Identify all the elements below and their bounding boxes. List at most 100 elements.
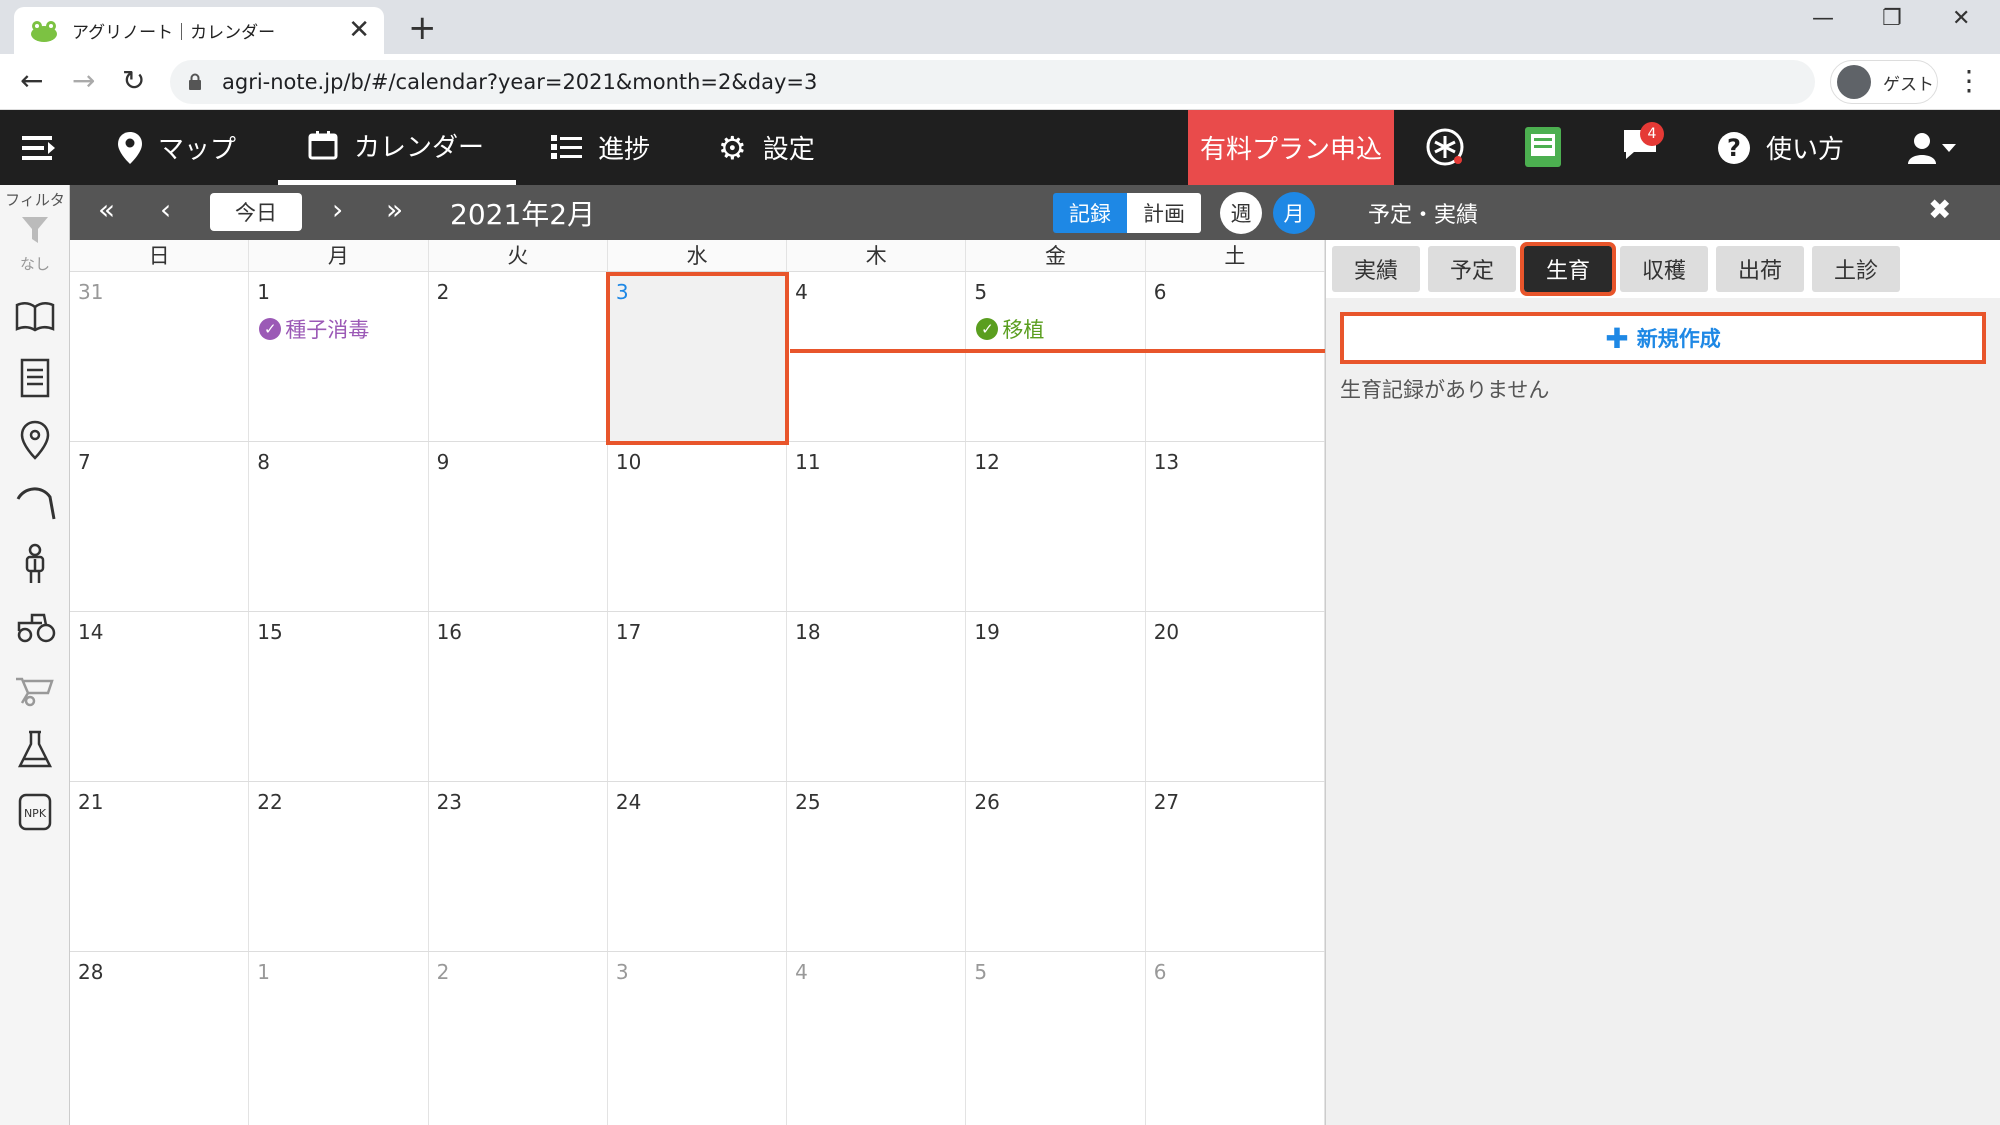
day-cell[interactable]: 8	[249, 442, 429, 611]
day-cell[interactable]: 26	[966, 782, 1146, 951]
tab-actual[interactable]: 実績	[1332, 246, 1420, 292]
day-cell[interactable]: 27	[1146, 782, 1325, 951]
nav-progress[interactable]: 進捗	[550, 110, 650, 185]
tractor-icon[interactable]	[14, 605, 56, 647]
user-menu-icon[interactable]	[1908, 132, 1958, 164]
day-cell[interactable]: 1	[249, 952, 429, 1125]
next-year-icon[interactable]: »	[386, 193, 403, 226]
day-cell[interactable]: 20	[1146, 612, 1325, 781]
record-toggle[interactable]: 記録	[1053, 193, 1127, 233]
day-cell[interactable]: 31	[70, 272, 250, 441]
day-cell[interactable]: 14	[70, 612, 250, 781]
npk-fertilizer-icon[interactable]: NPK	[14, 791, 56, 833]
nav-map[interactable]: マップ	[118, 110, 236, 185]
tab-harvest[interactable]: 収穫	[1620, 246, 1708, 292]
day-cell[interactable]: 21	[70, 782, 250, 951]
day-cell[interactable]: 10	[608, 442, 788, 611]
minimize-icon[interactable]: —	[1812, 6, 1834, 31]
day-cell[interactable]: 28	[70, 952, 250, 1125]
day-cell[interactable]: 11	[787, 442, 967, 611]
filter-value: なし	[19, 255, 50, 273]
document-icon[interactable]	[14, 357, 56, 399]
lock-icon	[189, 73, 201, 90]
event-transplant[interactable]: ✓ 移植	[976, 314, 1044, 344]
today-button[interactable]: 今日	[210, 193, 302, 231]
day-cell[interactable]: 17	[608, 612, 788, 781]
record-panel: 実績 予定 生育 収穫 出荷 土診 ✚ 新規作成 生育記録がありません	[1325, 240, 2000, 1125]
location-icon[interactable]	[14, 419, 56, 461]
new-tab-icon[interactable]: +	[408, 8, 437, 48]
day-cell[interactable]: 23	[429, 782, 608, 951]
calendar-toolbar: « ‹ 今日 › » 2021年2月 記録 計画 週 月 予定・実績 ✖	[70, 185, 2000, 240]
forward-icon[interactable]: →	[72, 64, 95, 97]
day-cell[interactable]: 15	[249, 612, 429, 781]
back-icon[interactable]: ←	[20, 64, 43, 97]
day-cell[interactable]: 5	[966, 952, 1146, 1125]
menu-icon[interactable]	[22, 134, 56, 162]
tab-soil-diagnosis[interactable]: 土診	[1812, 246, 1900, 292]
nav-calendar[interactable]: カレンダー	[278, 110, 517, 185]
day-cell[interactable]: 13	[1146, 442, 1325, 611]
filter-funnel-icon[interactable]	[14, 215, 56, 247]
day-cell[interactable]: 7	[70, 442, 250, 611]
wheelbarrow-icon[interactable]	[14, 667, 56, 709]
tab-close-icon[interactable]: ✕	[348, 15, 370, 45]
weekday-label: 水	[608, 240, 788, 271]
tab-schedule[interactable]: 予定	[1428, 246, 1516, 292]
day-cell[interactable]: 4	[787, 272, 967, 441]
filter-sidebar: フィルタ なし NPK	[0, 185, 70, 1125]
day-cell[interactable]: 12	[966, 442, 1146, 611]
day-cell[interactable]: 24	[608, 782, 788, 951]
day-cell[interactable]: 3	[608, 952, 788, 1125]
panel-close-icon[interactable]: ✖	[1928, 193, 1951, 226]
day-cell[interactable]: 6	[1146, 952, 1325, 1125]
weekday-header: 日 月 火 水 木 金 土	[70, 240, 1325, 272]
day-number: 15	[257, 620, 283, 644]
day-cell[interactable]: 5 ✓ 移植	[966, 272, 1146, 441]
day-cell[interactable]: 22	[249, 782, 429, 951]
week-view-button[interactable]: 週	[1220, 192, 1262, 234]
browser-tab[interactable]: アグリノート｜カレンダー ✕	[14, 7, 384, 54]
day-cell[interactable]: 19	[966, 612, 1146, 781]
day-cell[interactable]: 2	[429, 952, 608, 1125]
restore-icon[interactable]: ❐	[1882, 6, 1902, 31]
reload-icon[interactable]: ↻	[122, 64, 145, 97]
day-cell[interactable]: 18	[787, 612, 967, 781]
day-number: 20	[1153, 620, 1180, 644]
weekday-label: 日	[70, 240, 250, 271]
book-icon[interactable]	[14, 295, 56, 337]
day-cell[interactable]: 2	[429, 272, 608, 441]
sickle-icon[interactable]	[14, 481, 56, 523]
profile-button[interactable]: ゲスト	[1830, 60, 1938, 104]
green-book-icon[interactable]	[1524, 126, 1562, 168]
day-number: 26	[974, 790, 1000, 814]
next-month-icon[interactable]: ›	[332, 193, 343, 226]
day-cell[interactable]: 6	[1146, 272, 1325, 441]
url-input[interactable]: agri-note.jp/b/#/calendar?year=2021&mont…	[170, 60, 1815, 104]
nav-settings[interactable]: ⚙ 設定	[718, 110, 815, 185]
month-title: 2021年2月	[450, 198, 596, 231]
day-cell[interactable]: 1 ✓ 種子消毒	[249, 272, 429, 441]
help-label: 使い方	[1766, 135, 1845, 165]
worker-icon[interactable]	[14, 543, 56, 585]
event-seed-disinfection[interactable]: ✓ 種子消毒	[259, 314, 369, 344]
plan-toggle[interactable]: 計画	[1127, 193, 1201, 233]
month-view-button[interactable]: 月	[1273, 192, 1315, 234]
day-cell[interactable]: 25	[787, 782, 967, 951]
day-cell[interactable]: 4	[787, 952, 967, 1125]
new-record-button[interactable]: ✚ 新規作成	[1340, 312, 1986, 364]
day-number: 16	[436, 620, 463, 644]
asterisk-circle-icon[interactable]	[1424, 126, 1466, 168]
help-link[interactable]: ? 使い方	[1718, 110, 1844, 185]
browser-menu-icon[interactable]: ⋮	[1955, 64, 1983, 97]
selected-day-highlight	[606, 272, 789, 445]
window-close-icon[interactable]: ✕	[1952, 6, 1970, 31]
day-cell[interactable]: 9	[429, 442, 608, 611]
tab-growth[interactable]: 生育	[1520, 242, 1616, 296]
tab-shipment[interactable]: 出荷	[1716, 246, 1804, 292]
paid-plan-button[interactable]: 有料プラン申込	[1188, 110, 1394, 185]
day-cell[interactable]: 16	[429, 612, 608, 781]
prev-year-icon[interactable]: «	[98, 193, 115, 226]
prev-month-icon[interactable]: ‹	[160, 193, 171, 226]
flask-icon[interactable]	[14, 729, 56, 771]
